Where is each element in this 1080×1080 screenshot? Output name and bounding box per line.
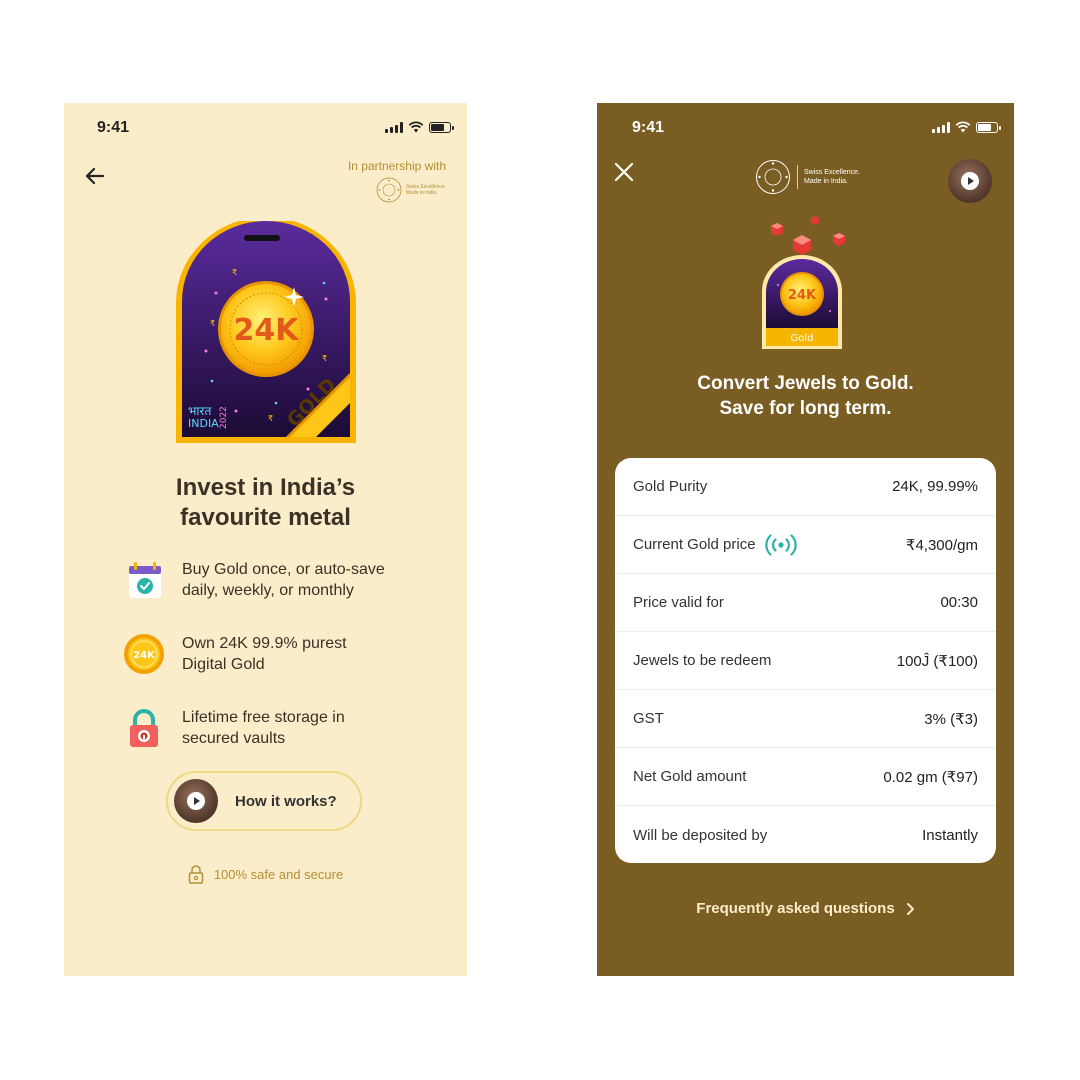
badge-year-text: 2022 — [219, 406, 229, 429]
detail-value: 00:30 — [940, 594, 978, 611]
detail-value: 100Ĵ (₹100) — [896, 652, 978, 670]
partner-tagline-2: Made in India. — [406, 190, 438, 196]
safe-secure-text: 100% safe and secure — [213, 867, 344, 882]
detail-value: 3% (₹3) — [924, 710, 978, 728]
faq-link[interactable]: Frequently asked questions — [597, 900, 1014, 917]
faq-label: Frequently asked questions — [696, 900, 895, 917]
detail-label: Current Gold price — [633, 536, 756, 553]
detail-row-price: Current Gold price ₹4,300/gm — [615, 516, 996, 574]
page-title-line1: Convert Jewels to Gold. — [697, 373, 914, 394]
partner-label: In partnership with — [347, 159, 446, 173]
partner-tagline: Swiss Excellence. Made in India. — [406, 184, 446, 196]
badge-coin-text: 24K — [234, 313, 301, 348]
svg-text:₹: ₹ — [210, 319, 215, 328]
coin-icon-text: 24K — [133, 650, 156, 661]
video-avatar — [948, 159, 992, 203]
partner-block: In partnership with Swiss Excellence. Ma… — [348, 159, 446, 203]
detail-row-purity: Gold Purity 24K, 99.99% — [615, 458, 996, 516]
convert-jewels-screen: 9:41 Swiss Excellence. Made in India. Go… — [597, 103, 1014, 976]
detail-label: Gold Purity — [633, 478, 708, 495]
detail-label: Jewels to be redeem — [633, 652, 772, 669]
how-it-works-label: How it works? — [235, 792, 337, 810]
video-avatar-button[interactable] — [948, 159, 992, 203]
detail-value: 0.02 gm (₹97) — [883, 768, 978, 786]
detail-label: Will be deposited by — [633, 826, 768, 844]
detail-row-deposit: Will be deposited by Instantly — [615, 806, 996, 863]
gold-details-card: Gold Purity 24K, 99.99% Current Gold pri… — [615, 458, 996, 863]
how-it-works-button[interactable]: How it works? — [166, 771, 362, 831]
gold-coin-icon: 24K — [124, 634, 164, 674]
feature-autosave-line1: Buy Gold once, or auto-save — [182, 561, 385, 578]
safe-secure-note: 100% safe and secure — [64, 865, 467, 884]
detail-row-net-amount: Net Gold amount 0.02 gm (₹97) — [615, 748, 996, 806]
feature-storage-line2: secured vaults — [182, 730, 286, 747]
mmtc-pamp-logo-icon — [756, 160, 790, 194]
feature-purity-text: Own 24K 99.9% purest Digital Gold — [182, 633, 347, 675]
detail-value: 24K, 99.99% — [892, 478, 978, 495]
status-time: 9:41 — [632, 119, 665, 136]
page-title: Convert Jewels to Gold. Save for long te… — [597, 371, 1014, 421]
detail-row-gst: GST 3% (₹3) — [615, 690, 996, 748]
brand-tagline-1: Swiss Excellence. — [804, 169, 861, 176]
detail-value: Instantly — [922, 826, 978, 844]
feature-storage: Lifetime free storage in secured vaults — [124, 707, 424, 749]
calendar-check-icon — [129, 562, 161, 598]
badge-label-text: Gold — [791, 333, 814, 344]
gold-24k-badge: ₹₹₹₹ 24K GOLD भारत INDIA 2022 — [176, 221, 356, 443]
battery-icon — [976, 122, 1001, 133]
detail-label: Price valid for — [633, 594, 724, 611]
svg-text:₹: ₹ — [232, 268, 237, 277]
partner-logo: Swiss Excellence. Made in India. — [348, 177, 446, 203]
svg-text:₹: ₹ — [268, 414, 273, 423]
feature-storage-line1: Lifetime free storage in — [182, 709, 345, 726]
badge-hindi-text: भारत — [188, 404, 212, 418]
brand-tagline: Swiss Excellence. Made in India. — [804, 168, 860, 186]
chevron-right-icon — [906, 902, 914, 915]
feature-autosave-line2: daily, weekly, or monthly — [182, 582, 354, 599]
feature-autosave: Buy Gold once, or auto-save daily, weekl… — [124, 559, 424, 601]
live-broadcast-icon — [764, 533, 797, 556]
page-title-line1: Invest in India’s — [175, 474, 356, 501]
close-icon[interactable] — [614, 162, 634, 182]
battery-icon — [429, 122, 454, 133]
detail-row-validity: Price valid for 00:30 — [615, 574, 996, 632]
page-title: Invest in India’s favourite metal — [64, 473, 467, 533]
detail-row-jewels: Jewels to be redeem 100Ĵ (₹100) — [615, 632, 996, 690]
invest-gold-screen: 9:41 In partnership with Swiss Excellenc… — [64, 103, 467, 976]
brand-divider — [797, 165, 798, 189]
svg-text:₹: ₹ — [322, 354, 327, 363]
feature-storage-text: Lifetime free storage in secured vaults — [182, 707, 345, 749]
detail-label-wrap: Current Gold price — [633, 533, 798, 557]
cellular-signal-icon — [932, 122, 950, 133]
cellular-signal-icon — [385, 122, 403, 133]
padlock-icon — [130, 709, 158, 747]
brand-tagline-2: Made in India. — [804, 178, 848, 185]
gold-24k-badge: Gold 24K — [762, 216, 845, 349]
badge-country-text: INDIA — [188, 417, 219, 430]
back-arrow-icon[interactable] — [84, 165, 106, 187]
wifi-icon — [408, 121, 424, 133]
play-icon — [961, 172, 979, 190]
page-title-line2: favourite metal — [180, 504, 351, 531]
status-time: 9:41 — [97, 119, 130, 136]
status-icons — [385, 121, 454, 133]
page-title-line2: Save for long term. — [719, 398, 892, 419]
badge-coin-text: 24K — [788, 288, 817, 303]
feature-purity: 24K Own 24K 99.9% purest Digital Gold — [124, 633, 424, 675]
feature-autosave-text: Buy Gold once, or auto-save daily, weekl… — [182, 559, 385, 601]
detail-label: Net Gold amount — [633, 768, 747, 785]
wifi-icon — [955, 121, 971, 133]
detail-label: GST — [633, 710, 664, 727]
play-icon — [187, 792, 205, 810]
feature-purity-line2: Digital Gold — [182, 656, 265, 673]
status-icons — [932, 121, 1001, 133]
video-avatar — [174, 779, 218, 823]
brand-logo: Swiss Excellence. Made in India. — [755, 159, 860, 195]
feature-purity-line1: Own 24K 99.9% purest — [182, 635, 347, 652]
detail-value: ₹4,300/gm — [905, 536, 978, 554]
mmtc-pamp-logo-icon — [376, 177, 402, 203]
lock-icon — [188, 865, 204, 884]
